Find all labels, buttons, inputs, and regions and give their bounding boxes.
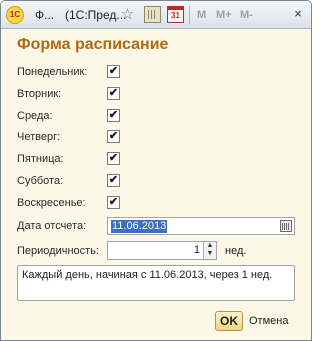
weekday-checkbox-friday[interactable]: ✔ [107, 152, 120, 165]
calculator-icon[interactable] [144, 6, 161, 23]
weekday-checkbox-tuesday[interactable]: ✔ [107, 87, 120, 100]
weekday-checkbox-thursday[interactable]: ✔ [107, 130, 120, 143]
schedule-form-window: 1С Ф... (1С:Пред... ☆ 31 M M+ M- × Форма… [0, 0, 312, 341]
cancel-button[interactable]: Отмена [249, 315, 288, 327]
periodicity-value: 1 [193, 244, 200, 256]
weekday-checkbox-wednesday[interactable]: ✔ [107, 109, 120, 122]
spin-up-down-icon[interactable]: ▲ ▼ [203, 242, 216, 259]
periodicity-unit: нед. [225, 245, 247, 257]
weekday-label-monday: Понедельник: [17, 66, 88, 78]
favorites-star-icon[interactable]: ☆ [119, 6, 136, 23]
title-bar: 1С Ф... (1С:Пред... ☆ 31 M M+ M- × [1, 1, 311, 29]
weekday-checkbox-monday[interactable]: ✔ [107, 65, 120, 78]
periodicity-field[interactable]: 1 ▲ ▼ [107, 241, 217, 260]
form-title: Форма расписание [17, 36, 169, 53]
memory-plus-button[interactable]: M+ [216, 9, 232, 21]
window-title: Ф... [35, 8, 55, 22]
weekday-label-tuesday: Вторник: [17, 88, 62, 100]
schedule-summary-text: Каждый день, начиная с 11.06.2013, через… [17, 265, 295, 301]
weekday-checkbox-saturday[interactable]: ✔ [107, 174, 120, 187]
weekday-label-thursday: Четверг: [17, 131, 61, 143]
weekday-label-wednesday: Среда: [17, 110, 53, 122]
memory-minus-button[interactable]: M- [240, 9, 253, 21]
close-icon[interactable]: × [291, 7, 305, 21]
calendar-picker-icon[interactable] [280, 220, 292, 232]
start-date-field[interactable]: 11.06.2013 [107, 217, 295, 235]
ok-button[interactable]: OK [215, 311, 243, 331]
calendar-icon[interactable]: 31 [167, 6, 184, 23]
app-1c-icon[interactable]: 1С [6, 6, 24, 24]
toolbar-separator [189, 6, 190, 24]
window-title-tab: (1С:Пред... [65, 8, 127, 22]
start-date-label: Дата отсчета: [17, 220, 87, 232]
weekday-label-saturday: Суббота: [17, 175, 64, 187]
periodicity-label: Периодичность: [17, 245, 99, 257]
weekday-label-friday: Пятница: [17, 153, 64, 165]
start-date-value: 11.06.2013 [111, 220, 168, 233]
weekday-label-sunday: Воскресенье: [17, 197, 86, 209]
weekday-checkbox-sunday[interactable]: ✔ [107, 196, 120, 209]
memory-button[interactable]: M [197, 9, 206, 21]
